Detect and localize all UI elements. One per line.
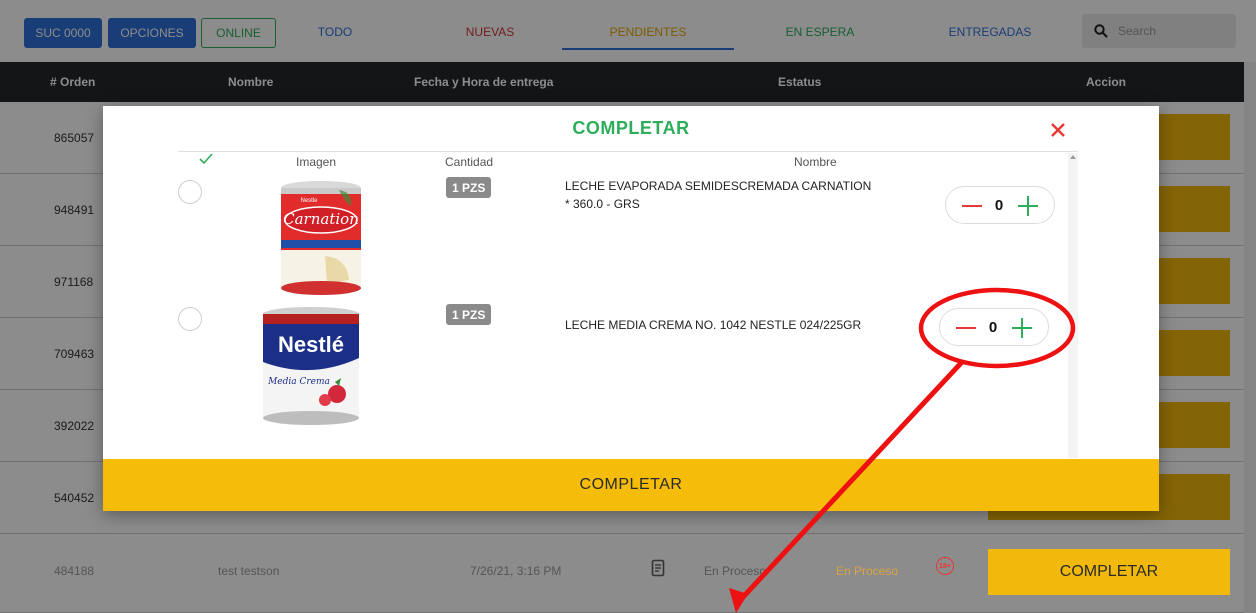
app-root: SUC 0000 OPCIONES ONLINE TODO NUEVAS PEN… xyxy=(0,0,1256,613)
col-image: Imagen xyxy=(296,155,337,169)
order-id: 484188 xyxy=(54,564,95,578)
quantity-badge: 1 PZS xyxy=(446,304,492,325)
col-product-name: Nombre xyxy=(794,155,837,169)
plus-icon[interactable] xyxy=(1012,318,1032,338)
modal-scrollbar[interactable] xyxy=(1068,153,1078,458)
check-icon xyxy=(199,153,213,165)
can-brand-label: Nestlé xyxy=(278,332,344,357)
carnation-can-image: Carnation Nestle xyxy=(281,181,361,295)
product-name: LECHE MEDIA CREMA NO. 1042 NESTLE 024/22… xyxy=(565,318,862,332)
quantity-stepper: 0 xyxy=(939,308,1049,346)
complete-button[interactable]: COMPLETAR xyxy=(988,549,1230,595)
item-radio[interactable] xyxy=(178,307,202,331)
status-label: En Proceso xyxy=(836,564,899,578)
status-text: En Proceso xyxy=(704,564,767,578)
can-sub-label: Media Crema xyxy=(267,377,330,387)
complete-modal: COMPLETAR Imagen Cantidad Nombre Carnati… xyxy=(103,106,1159,511)
stepper-value: 0 xyxy=(994,197,1004,214)
stepper-value: 0 xyxy=(988,319,998,336)
age-badge: 18+ xyxy=(936,557,954,575)
minus-icon[interactable] xyxy=(956,327,976,329)
quantity-badge: 1 PZS xyxy=(446,177,492,198)
product-name: LECHE EVAPORADA SEMIDESCREMADA CARNATION xyxy=(565,179,872,193)
complete-submit-button[interactable]: COMPLETAR xyxy=(103,459,1159,511)
quantity-stepper: 0 xyxy=(945,186,1055,224)
customer-name: test testson xyxy=(218,564,280,578)
age-badge-label: 18+ xyxy=(939,562,951,570)
modal-title: COMPLETAR xyxy=(572,118,690,138)
can-brand-label: Carnation xyxy=(283,210,359,228)
delivery-date: 7/26/21, 3:16 PM xyxy=(470,564,562,578)
product-detail: * 360.0 - GRS xyxy=(565,197,640,211)
receipt-icon[interactable] xyxy=(651,559,665,577)
minus-icon[interactable] xyxy=(962,205,982,207)
col-quantity: Cantidad xyxy=(445,155,494,169)
item-radio[interactable] xyxy=(178,180,202,204)
close-icon[interactable] xyxy=(1046,118,1070,142)
plus-icon[interactable] xyxy=(1018,196,1038,216)
can-sub-label: Nestle xyxy=(300,198,318,204)
column-divider xyxy=(178,151,1078,152)
media-crema-can-image: Nestlé Media Crema xyxy=(263,307,359,425)
